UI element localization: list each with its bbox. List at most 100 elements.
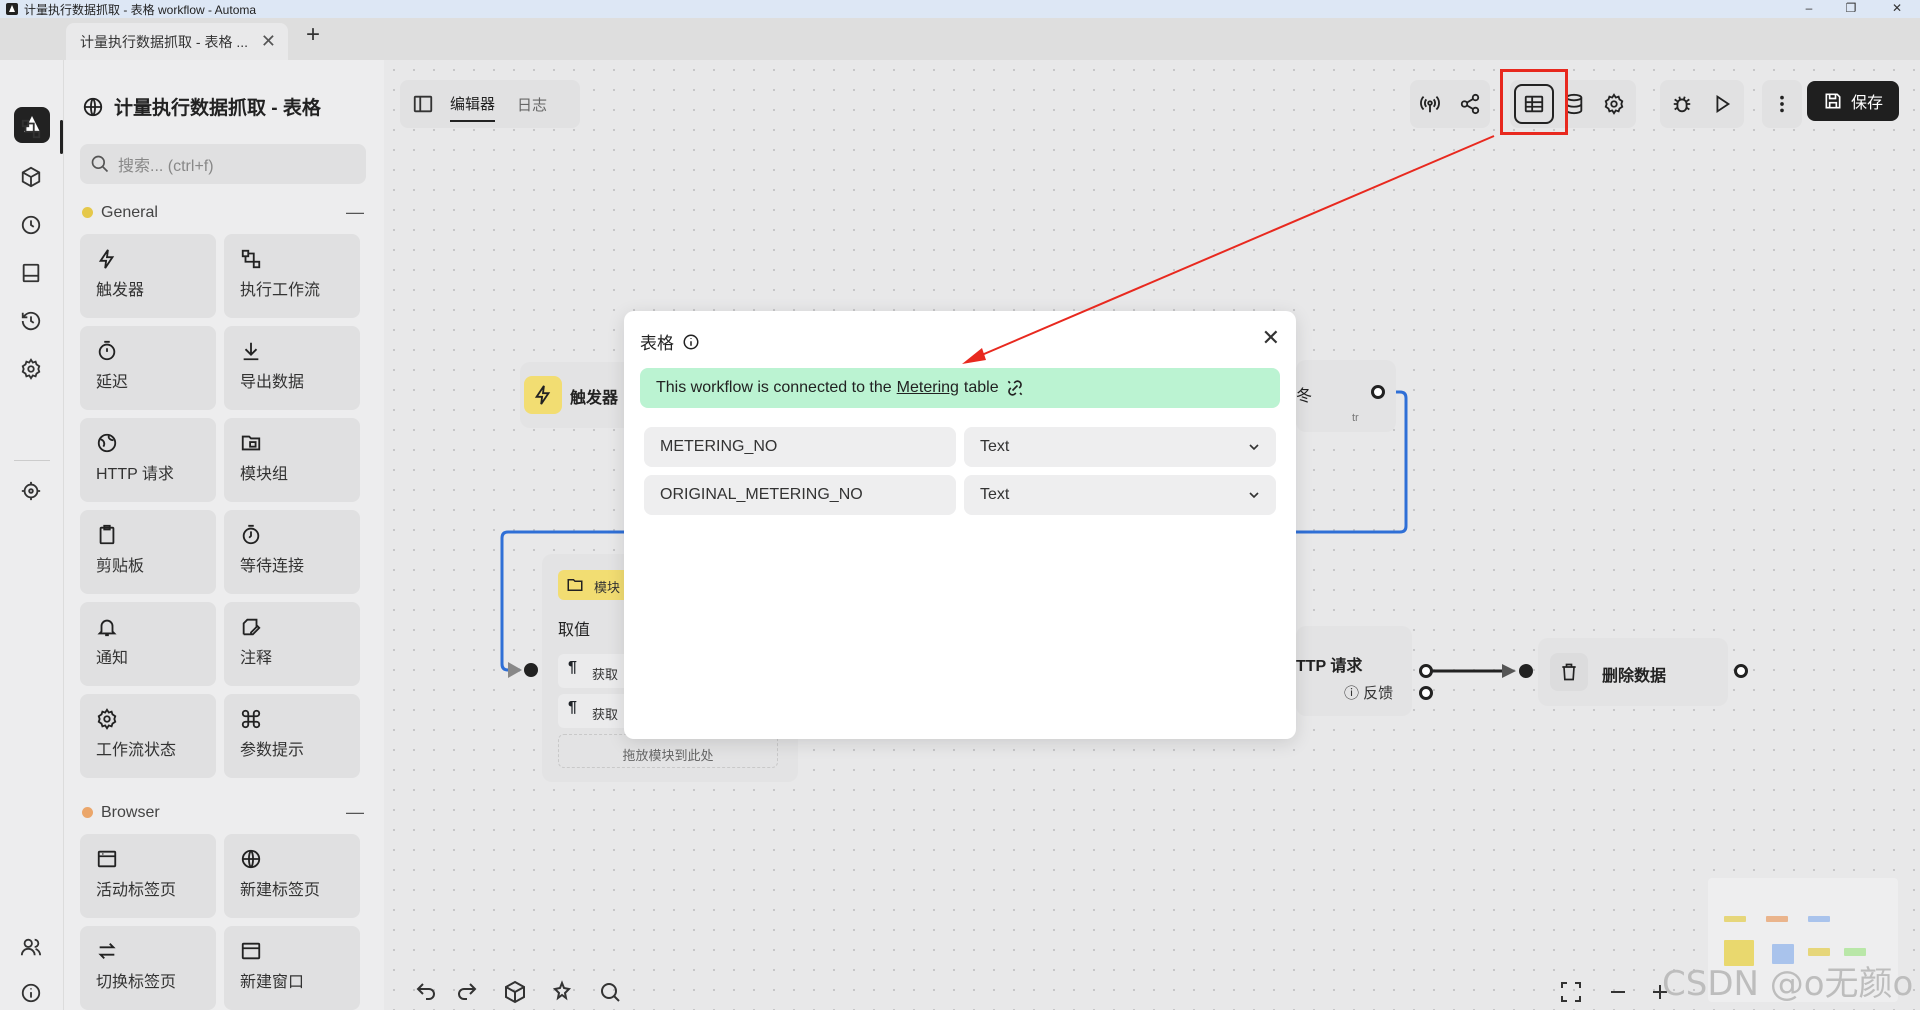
save-button[interactable]: 保存: [1807, 81, 1899, 121]
trigger-node[interactable]: 触发器: [520, 362, 640, 428]
block-delay[interactable]: 延迟: [80, 326, 216, 410]
block-new-tab[interactable]: 新建标签页: [224, 834, 360, 918]
sidebar-toggle-icon[interactable]: [412, 93, 434, 115]
zoom-out-icon[interactable]: [1606, 980, 1632, 1006]
block-parameter-prompt[interactable]: 参数提示: [224, 694, 360, 778]
history-icon[interactable]: [20, 310, 44, 334]
search-input[interactable]: 搜索... (ctrl+f): [80, 144, 366, 184]
block-http-request[interactable]: HTTP 请求: [80, 418, 216, 502]
tab-editor[interactable]: 编辑器: [450, 87, 496, 122]
block-active-tab[interactable]: 活动标签页: [80, 834, 216, 918]
icon-rail: [0, 60, 64, 1010]
block-label: 延迟: [96, 374, 129, 391]
modal-title-text: 表格: [640, 334, 674, 353]
crosshair-icon[interactable]: [20, 480, 44, 504]
tab-logs[interactable]: 日志: [517, 88, 547, 121]
globe-icon: [83, 97, 103, 116]
workflow-icon[interactable]: [20, 118, 44, 142]
column-name-input[interactable]: ORIGINAL_METERING_NO: [644, 475, 956, 515]
share-icon[interactable]: [1450, 84, 1490, 124]
settings-icon[interactable]: [1594, 84, 1634, 124]
toolbar-group-run: [1660, 80, 1744, 128]
csdn-watermark: CSDN @o无颜o: [1662, 964, 1914, 1004]
column-name-input[interactable]: METERING_NO: [644, 427, 956, 467]
block-wait-connections[interactable]: 等待连接: [224, 510, 360, 594]
block-clipboard[interactable]: 剪贴板: [80, 510, 216, 594]
connected-table-link[interactable]: Metering: [897, 379, 959, 397]
connected-text: This workflow is connected to the: [656, 379, 892, 396]
collapse-icon[interactable]: —: [346, 202, 364, 223]
block-new-window[interactable]: 新建窗口: [224, 926, 360, 1010]
broadcast-icon[interactable]: [1410, 84, 1450, 124]
bug-icon[interactable]: [1662, 84, 1702, 124]
connected-banner: This workflow is connected to the Meteri…: [640, 368, 1280, 408]
new-tab-button[interactable]: +: [306, 21, 320, 49]
collapse-icon[interactable]: —: [346, 802, 364, 823]
more-vertical-icon[interactable]: [1762, 84, 1802, 124]
block-label: HTTP 请求: [96, 466, 174, 483]
block-switch-tab[interactable]: 切换标签页: [80, 926, 216, 1010]
delete-node-label: 删除数据: [1602, 668, 1667, 685]
unlink-icon: [1007, 380, 1022, 396]
block-workflow-state[interactable]: 工作流状态: [80, 694, 216, 778]
modal-close-icon[interactable]: ✕: [1262, 325, 1280, 351]
maximize-button[interactable]: ❐: [1828, 0, 1874, 18]
tab-close-icon[interactable]: ✕: [261, 31, 276, 52]
swap-icon: [96, 940, 118, 962]
input-port[interactable]: [1519, 664, 1533, 678]
output-port[interactable]: [1419, 664, 1433, 678]
users-icon[interactable]: [20, 936, 44, 960]
minimap-node: [1766, 916, 1788, 922]
group-header-browser[interactable]: Browser —: [82, 802, 364, 823]
fallback-text: 反馈: [1363, 685, 1394, 702]
block-label: 等待连接: [240, 558, 305, 575]
column-type: Text: [980, 438, 1010, 455]
fullscreen-icon[interactable]: [1559, 980, 1585, 1006]
block-note[interactable]: 注释: [224, 602, 360, 686]
block-label: 参数提示: [240, 742, 305, 759]
block-export-data[interactable]: 导出数据: [224, 326, 360, 410]
paragraph-icon: ¶: [568, 699, 577, 716]
annotation-highlight-box: [1500, 69, 1568, 135]
block-trigger[interactable]: 触发器: [80, 234, 216, 318]
block-label: 新建标签页: [240, 882, 321, 899]
workflow-tab[interactable]: 计量执行数据抓取 - 表格 ... ✕: [66, 23, 288, 60]
output-port[interactable]: [1734, 664, 1748, 678]
block-notification[interactable]: 通知: [80, 602, 216, 686]
folder-icon: [240, 432, 262, 454]
table-column-row: METERING_NO Text: [644, 427, 1276, 467]
folder-icon: [567, 579, 583, 591]
column-type-select[interactable]: Text: [964, 427, 1276, 467]
block-execute-workflow[interactable]: 执行工作流: [224, 234, 360, 318]
redo-icon[interactable]: [455, 980, 481, 1006]
input-port[interactable]: [524, 663, 538, 677]
automa-app-icon: [6, 3, 18, 15]
minimap-node: [1844, 948, 1866, 956]
rail-divider: [14, 460, 50, 461]
info-icon[interactable]: [20, 982, 44, 1006]
package-icon[interactable]: [503, 980, 529, 1006]
package-icon[interactable]: [20, 166, 44, 190]
settings-icon[interactable]: [20, 358, 44, 382]
minimize-button[interactable]: –: [1786, 0, 1832, 18]
clock-icon[interactable]: [20, 214, 44, 238]
fallback-port[interactable]: [1419, 686, 1433, 700]
play-icon[interactable]: [1702, 84, 1742, 124]
block-label: 模块组: [240, 466, 289, 483]
auto-arrange-icon[interactable]: [550, 980, 576, 1006]
undo-icon[interactable]: [414, 980, 440, 1006]
search-icon[interactable]: [598, 980, 624, 1006]
output-port[interactable]: [1371, 385, 1385, 399]
block-block-group[interactable]: 模块组: [224, 418, 360, 502]
search-placeholder: 搜索... (ctrl+f): [118, 158, 214, 175]
table-column-row: ORIGINAL_METERING_NO Text: [644, 475, 1276, 515]
block-label: 切换标签页: [96, 974, 177, 991]
delete-data-node[interactable]: 删除数据: [1538, 638, 1728, 706]
storage-icon[interactable]: [20, 262, 44, 286]
group-header-general[interactable]: General —: [82, 202, 364, 223]
editor-tab-bar: 编辑器 日志: [400, 80, 580, 128]
close-window-button[interactable]: ✕: [1874, 0, 1920, 18]
column-type-select[interactable]: Text: [964, 475, 1276, 515]
http-request-node[interactable]: TTP 请求 ⓘ 反馈: [1296, 626, 1412, 716]
drop-zone[interactable]: 拖放模块到此处: [558, 734, 778, 768]
